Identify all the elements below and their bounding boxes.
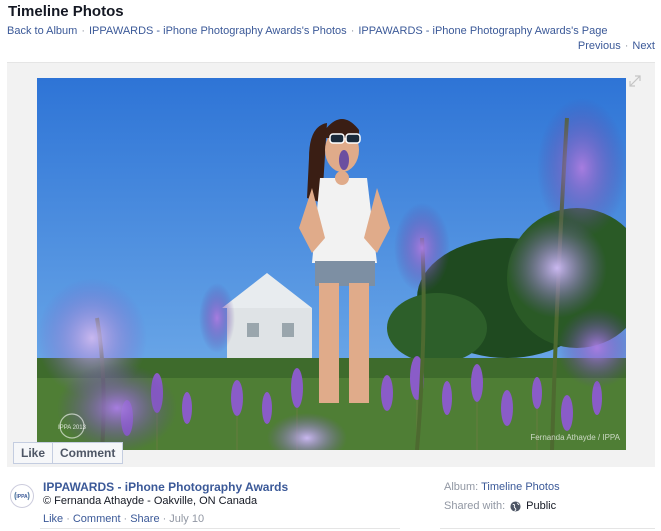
photo-watermark-right: Fernanda Athayde / IPPA — [530, 433, 620, 442]
comment-link[interactable]: Comment — [73, 513, 121, 525]
previous-link[interactable]: Previous — [578, 40, 621, 52]
comment-button[interactable]: Comment — [52, 443, 122, 463]
shared-with-label: Shared with: — [444, 500, 506, 512]
page-title: Timeline Photos — [8, 3, 124, 20]
album-photos-link[interactable]: IPPAWARDS - iPhone Photography Awards's … — [89, 25, 347, 37]
post-actions: Like · Comment · Share · July 10 — [43, 513, 204, 525]
photo[interactable]: IPPA 2013 Fernanda Athayde / IPPA — [37, 78, 626, 450]
breadcrumb-separator: · — [350, 25, 355, 37]
share-link[interactable]: Share — [130, 513, 159, 525]
back-to-album-link[interactable]: Back to Album — [7, 25, 77, 37]
album-label: Album: — [444, 481, 479, 493]
album-info: Album: Timeline Photos — [444, 481, 560, 493]
privacy-info: Shared with: Public — [444, 500, 556, 512]
photo-stage: IPPA 2013 Fernanda Athayde / IPPA — [7, 62, 655, 467]
next-link[interactable]: Next — [632, 40, 655, 52]
divider — [40, 528, 400, 529]
post-author-link[interactable]: IPPAWARDS - iPhone Photography Awards — [43, 480, 288, 494]
like-button[interactable]: Like — [14, 443, 52, 463]
avatar-text: IPPA — [16, 494, 28, 500]
expand-icon[interactable] — [629, 75, 641, 87]
photo-action-bar: Like Comment — [13, 442, 124, 464]
breadcrumb-separator: · — [81, 25, 85, 37]
avatar[interactable]: IPPA — [10, 484, 34, 508]
privacy-value[interactable]: Public — [526, 500, 556, 512]
nav-separator: · — [624, 40, 629, 52]
ippa-logo-icon: IPPA — [14, 491, 30, 501]
like-link[interactable]: Like — [43, 513, 63, 525]
album-link[interactable]: Timeline Photos — [481, 481, 559, 493]
breadcrumb: Back to Album · IPPAWARDS - iPhone Photogr… — [7, 25, 607, 37]
post-date[interactable]: July 10 — [169, 513, 204, 525]
actions-separator: · — [123, 513, 128, 525]
photo-navigation: Previous · Next — [578, 40, 655, 52]
photo-caption: © Fernanda Athayde - Oakville, ON Canada — [43, 495, 258, 507]
globe-icon — [510, 500, 521, 512]
page-link[interactable]: IPPAWARDS - iPhone Photography Awards's … — [358, 25, 607, 37]
photo-image: IPPA 2013 Fernanda Athayde / IPPA — [37, 78, 626, 450]
divider — [440, 528, 655, 529]
actions-separator: · — [66, 513, 70, 525]
actions-separator: · — [162, 513, 167, 525]
photo-watermark-left: IPPA 2013 — [58, 425, 87, 431]
